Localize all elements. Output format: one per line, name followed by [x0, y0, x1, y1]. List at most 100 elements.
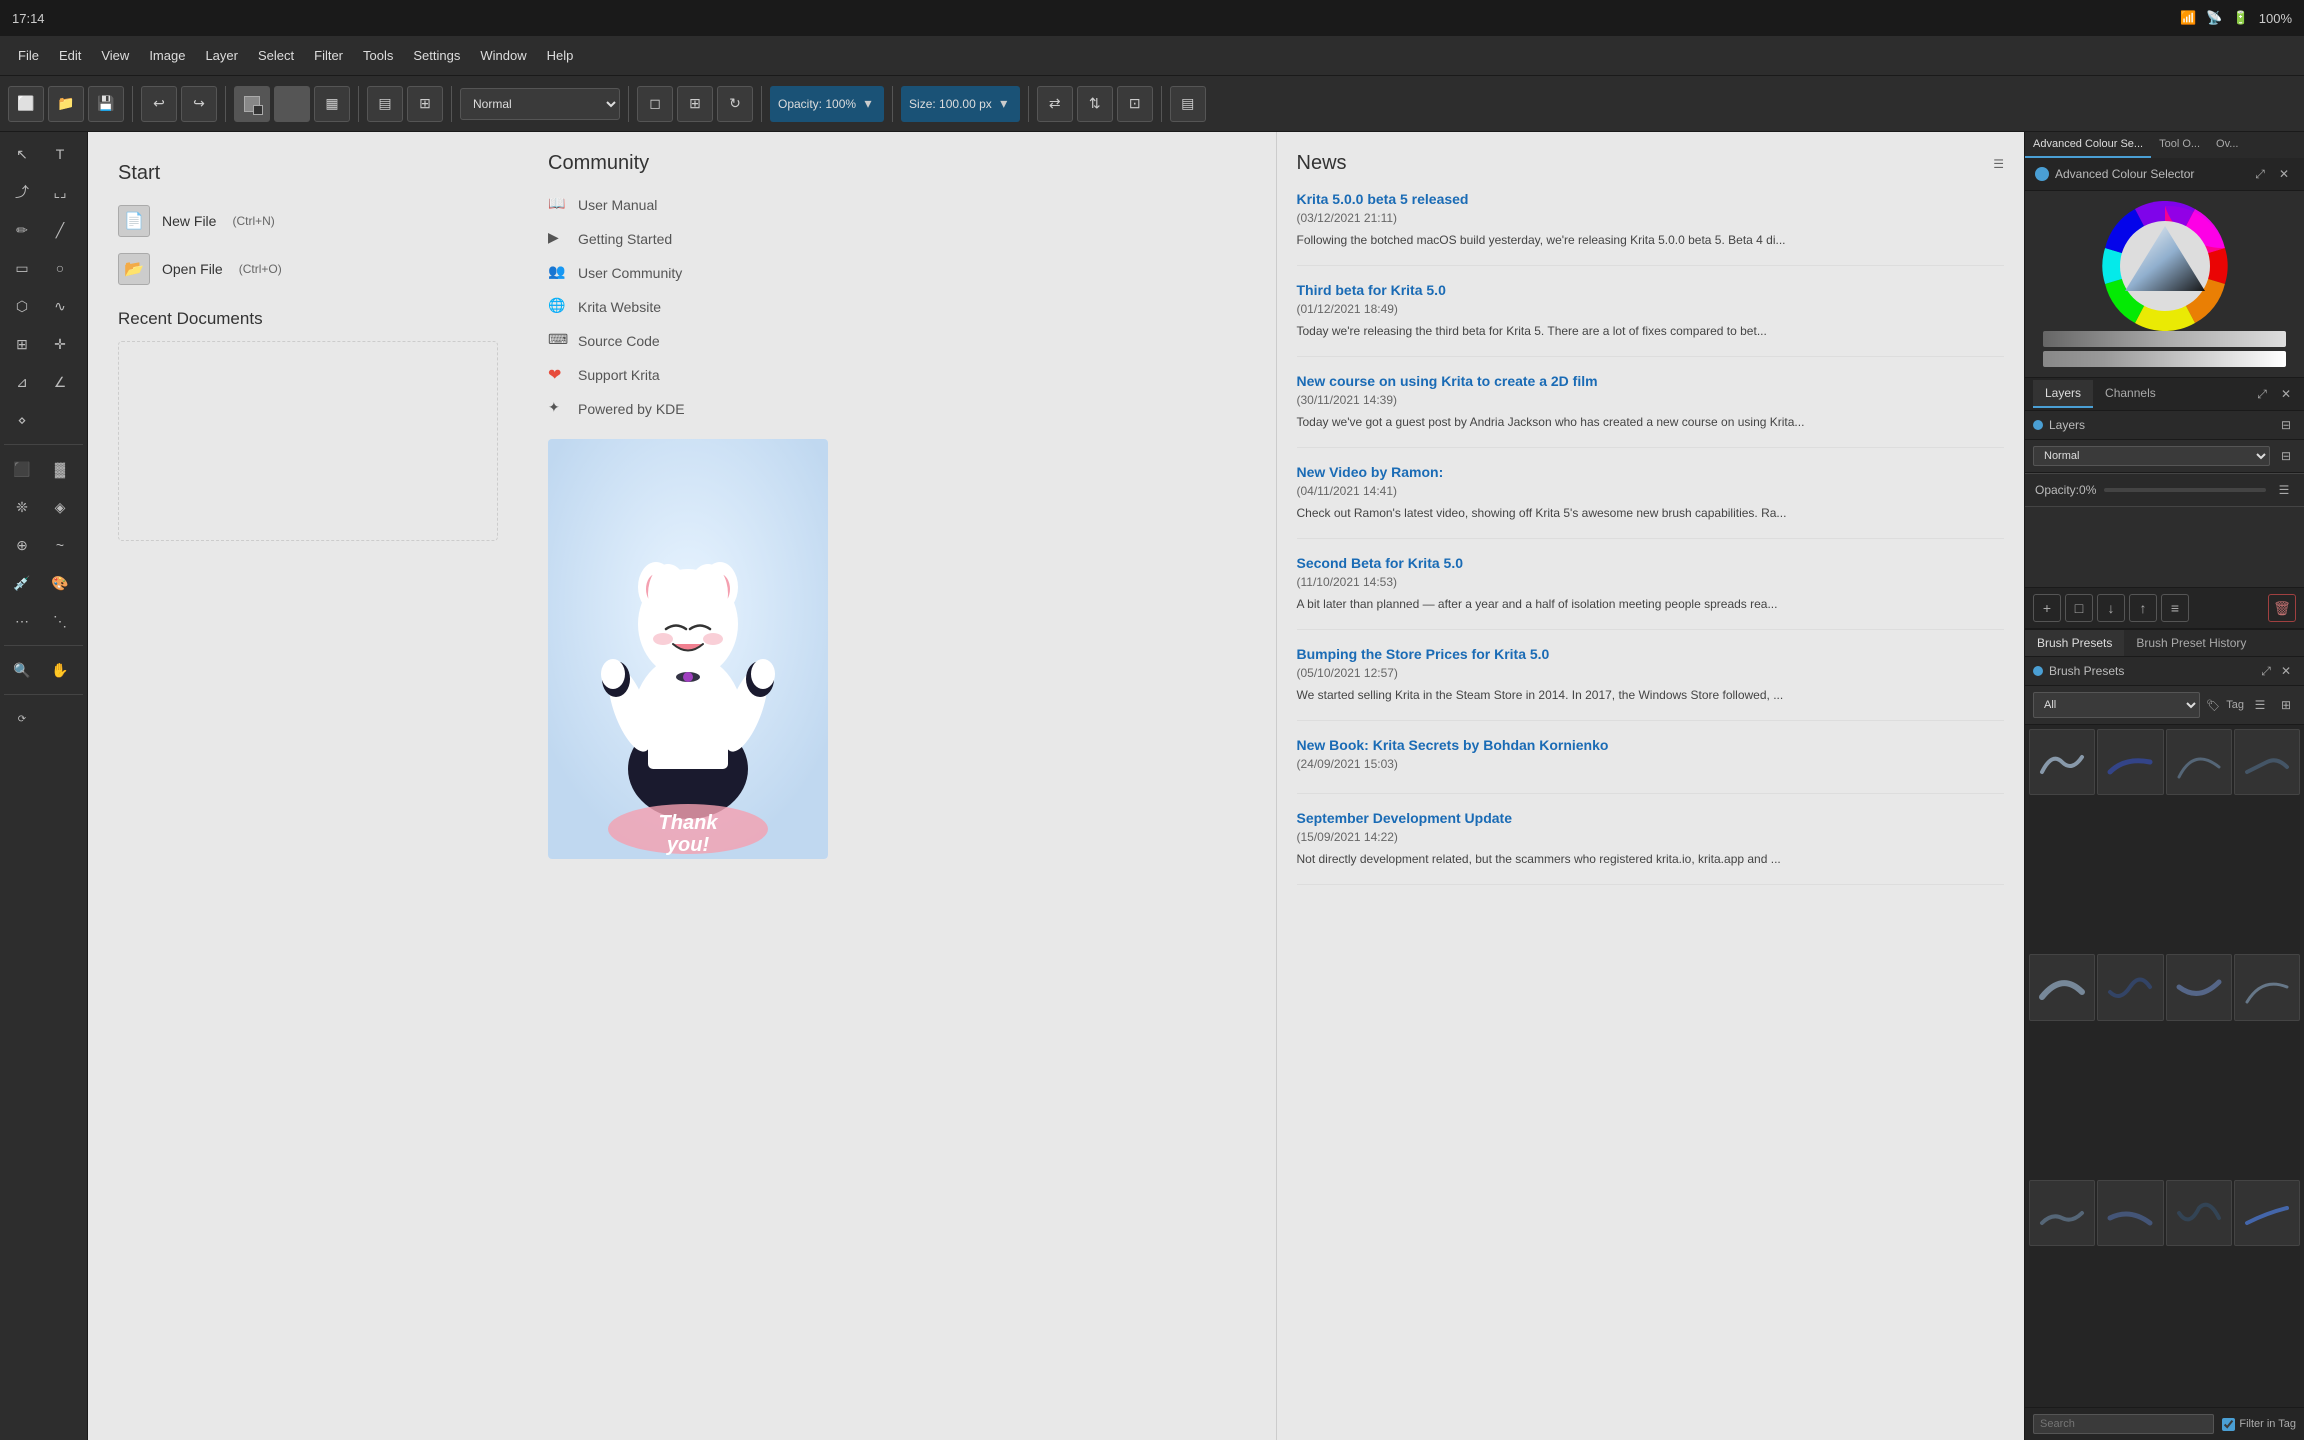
brush-item-9[interactable] — [2097, 1180, 2163, 1246]
mirror-v-btn[interactable]: ⇅ — [1077, 86, 1113, 122]
menu-filter[interactable]: Filter — [304, 44, 353, 67]
panel-toggle-btn[interactable]: ▤ — [1170, 86, 1206, 122]
smear-tool[interactable]: ~ — [42, 527, 78, 563]
news-title-3[interactable]: New Video by Ramon: — [1297, 464, 2005, 480]
clone-tool[interactable]: ⊕ — [4, 527, 40, 563]
brush-item-3[interactable] — [2234, 729, 2300, 795]
menu-tools[interactable]: Tools — [353, 44, 403, 67]
tab-channels[interactable]: Channels — [2093, 380, 2168, 408]
contig-select-tool[interactable]: ⋯ — [4, 603, 40, 639]
open-file-btn[interactable]: 📁 — [48, 86, 84, 122]
open-file-action[interactable]: 📂 Open File (Ctrl+O) — [118, 253, 498, 285]
save-btn[interactable]: 💾 — [88, 86, 124, 122]
news-title-6[interactable]: New Book: Krita Secrets by Bohdan Kornie… — [1297, 737, 2005, 753]
alpha-lock-btn[interactable]: ⊞ — [677, 86, 713, 122]
pan-tool[interactable]: ✋ — [42, 652, 78, 688]
move-tool[interactable]: ✛ — [42, 326, 78, 362]
measure-tool[interactable]: ⊿ — [4, 364, 40, 400]
brush-grid-view-btn[interactable]: ⊞ — [2276, 695, 2296, 715]
layer-properties-btn[interactable]: ≡ — [2161, 594, 2189, 622]
community-getting-started[interactable]: ▶ Getting Started — [548, 229, 1256, 249]
size-dropdown-btn[interactable]: ▾ — [996, 86, 1012, 122]
new-file-action[interactable]: 📄 New File (Ctrl+N) — [118, 205, 498, 237]
brush-item-7[interactable] — [2234, 954, 2300, 1020]
brush-presets-expand-btn[interactable]: ⤢ — [2256, 661, 2276, 681]
brush-item-10[interactable] — [2166, 1180, 2232, 1246]
multibrush-tool[interactable]: ❊ — [4, 489, 40, 525]
move-down-btn[interactable]: ↓ — [2097, 594, 2125, 622]
menu-layer[interactable]: Layer — [195, 44, 248, 67]
line-tool[interactable]: ╱ — [42, 212, 78, 248]
delete-layer-btn[interactable]: 🗑 — [2268, 594, 2296, 622]
pattern-btn[interactable]: ▦ — [314, 86, 350, 122]
color-swap-btn[interactable] — [234, 86, 270, 122]
multibrush-btn[interactable]: ⊞ — [407, 86, 443, 122]
community-kde[interactable]: ✦ Powered by KDE — [548, 399, 1256, 419]
news-title-5[interactable]: Bumping the Store Prices for Krita 5.0 — [1297, 646, 2005, 662]
duplicate-layer-btn[interactable]: □ — [2065, 594, 2093, 622]
brush-item-6[interactable] — [2166, 954, 2232, 1020]
colour-wheel-container[interactable] — [2100, 201, 2230, 331]
ellipse-tool[interactable]: ○ — [42, 250, 78, 286]
layers-close-btn[interactable]: ✕ — [2276, 384, 2296, 404]
brush-tool[interactable]: ✏ — [4, 212, 40, 248]
lasso-tool[interactable]: ⤴ — [4, 174, 40, 210]
menu-view[interactable]: View — [91, 44, 139, 67]
bezier-tool[interactable]: ∿ — [42, 288, 78, 324]
community-user-manual[interactable]: 📖 User Manual — [548, 195, 1256, 215]
colour-selector-close-btn[interactable]: ✕ — [2274, 164, 2294, 184]
menu-window[interactable]: Window — [470, 44, 536, 67]
rectangle-tool[interactable]: ▭ — [4, 250, 40, 286]
layers-filter-btn[interactable]: ⊟ — [2276, 415, 2296, 435]
canvas-rotate-btn[interactable]: ⟳ — [4, 701, 40, 737]
fg-color-btn[interactable] — [274, 86, 310, 122]
brush-item-2[interactable] — [2166, 729, 2232, 795]
zoom-tool[interactable]: 🔍 — [4, 652, 40, 688]
brush-item-1[interactable] — [2097, 729, 2163, 795]
brush-search-input[interactable] — [2033, 1414, 2214, 1434]
tab-overview[interactable]: Ov... — [2208, 132, 2246, 158]
brush-item-5[interactable] — [2097, 954, 2163, 1020]
similar-select-tool[interactable]: ⋱ — [42, 603, 78, 639]
menu-edit[interactable]: Edit — [49, 44, 91, 67]
layers-blend-filter-btn[interactable]: ⊟ — [2276, 446, 2296, 466]
move-up-btn[interactable]: ↑ — [2129, 594, 2157, 622]
eraser-btn[interactable]: ◻ — [637, 86, 673, 122]
brush-list-view-btn[interactable]: ☰ — [2250, 695, 2270, 715]
brush-presets-close-btn[interactable]: ✕ — [2276, 661, 2296, 681]
grid-btn[interactable]: ▤ — [367, 86, 403, 122]
menu-settings[interactable]: Settings — [403, 44, 470, 67]
news-options-btn[interactable]: ☰ — [1993, 157, 2004, 171]
layers-expand-btn[interactable]: ⤢ — [2252, 384, 2272, 404]
add-layer-btn[interactable]: + — [2033, 594, 2061, 622]
layers-blend-select[interactable]: Normal — [2033, 446, 2270, 466]
mirror-h-btn[interactable]: ⇄ — [1037, 86, 1073, 122]
brush-item-0[interactable] — [2029, 729, 2095, 795]
brush-item-11[interactable] — [2234, 1180, 2300, 1246]
news-title-7[interactable]: September Development Update — [1297, 810, 2005, 826]
menu-image[interactable]: Image — [139, 44, 195, 67]
gradient-tool[interactable]: ▓ — [42, 451, 78, 487]
tab-brush-presets[interactable]: Brush Presets — [2025, 630, 2124, 656]
tab-tool-options[interactable]: Tool O... — [2151, 132, 2208, 158]
poly-tool[interactable]: ⬡ — [4, 288, 40, 324]
select-tool[interactable]: ↖ — [4, 136, 40, 172]
crop-tool[interactable]: ⌞⌟ — [42, 174, 78, 210]
transform-tool[interactable]: ⊞ — [4, 326, 40, 362]
blend-mode-select[interactable]: Normal Dissolve Multiply — [460, 88, 620, 120]
brush-tag-select[interactable]: All — [2033, 692, 2200, 718]
tab-brush-history[interactable]: Brush Preset History — [2124, 630, 2258, 656]
news-title-2[interactable]: New course on using Krita to create a 2D… — [1297, 373, 2005, 389]
filter-in-tag-label[interactable]: Filter in Tag — [2222, 1418, 2296, 1431]
news-title-0[interactable]: Krita 5.0.0 beta 5 released — [1297, 191, 2005, 207]
brush-item-4[interactable] — [2029, 954, 2095, 1020]
brush-item-8[interactable] — [2029, 1180, 2095, 1246]
tab-layers[interactable]: Layers — [2033, 380, 2093, 408]
canvas-toggle-btn[interactable]: ⬜ — [8, 86, 44, 122]
redo-btn[interactable]: ↪ — [181, 86, 217, 122]
wrap-btn[interactable]: ⊡ — [1117, 86, 1153, 122]
refresh-btn[interactable]: ↻ — [717, 86, 753, 122]
colour-selector-expand-btn[interactable]: ⤢ — [2250, 164, 2270, 184]
menu-file[interactable]: File — [8, 44, 49, 67]
menu-select[interactable]: Select — [248, 44, 304, 67]
